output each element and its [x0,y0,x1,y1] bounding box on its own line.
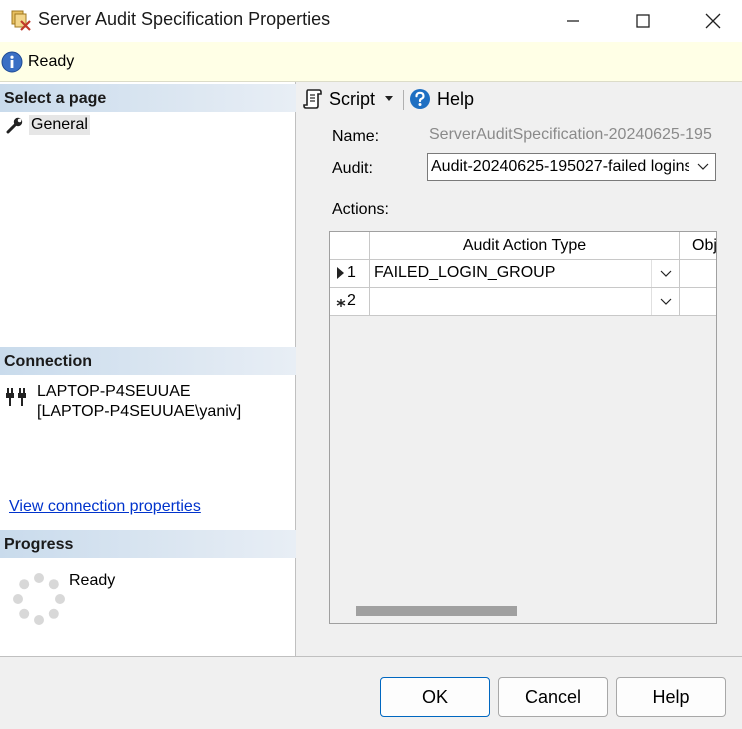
horizontal-scrollbar[interactable] [330,598,716,623]
maximize-button[interactable] [608,0,678,42]
current-row-arrow-icon [337,267,344,279]
connection-server: LAPTOP-P4SEUUAE [37,383,191,400]
right-pane: Script Help Name: ServerAuditSpecificati… [297,82,742,656]
audit-label: Audit: [332,160,373,177]
toolbar-separator [403,90,404,110]
page-item-general[interactable]: General [6,115,90,135]
close-button[interactable] [678,0,742,42]
column-header-audit-action-type[interactable]: Audit Action Type [370,232,680,260]
row-number: 2 [347,292,356,309]
row-number: 1 [347,264,356,281]
minimize-button[interactable] [538,0,608,42]
help-icon [410,89,430,109]
table-row[interactable]: 1 FAILED_LOGIN_GROUP [330,260,716,288]
chevron-down-icon [660,270,671,277]
progress-header: Progress [0,530,296,558]
table-row[interactable]: 2 [330,288,716,316]
new-row-asterisk-icon [336,299,346,307]
minimize-icon [567,20,579,22]
help-toolbar-label: Help [437,88,475,109]
left-pane: Select a page General Connection LAPTOP-… [0,82,296,656]
progress-status: Ready [69,572,116,589]
status-text: Ready [28,53,75,70]
connection-header: Connection [0,347,296,375]
audit-action-type-cell[interactable]: FAILED_LOGIN_GROUP [370,260,680,287]
script-label: Script [329,88,376,109]
title-bar: Server Audit Specification Properties [0,0,742,42]
maximize-icon [636,14,650,28]
status-bar: Ready [0,42,742,82]
select-page-header: Select a page [0,84,296,112]
chevron-down-icon [660,298,671,305]
chevron-down-icon [697,163,709,170]
help-toolbar-button[interactable]: Help [409,88,474,110]
name-label: Name: [332,128,380,145]
audit-dropdown-value: Audit-20240625-195027-failed logins [431,158,689,175]
connection-info: LAPTOP-P4SEUUAE [LAPTOP-P4SEUUAE\yaniv] [37,382,241,422]
row-header[interactable]: 2 [330,288,370,315]
script-scroll-icon [303,89,322,109]
help-button[interactable]: Help [616,677,726,717]
script-button[interactable]: Script [303,88,375,110]
connection-user: [LAPTOP-P4SEUUAE\yaniv] [37,403,242,420]
dialog-footer: OK Cancel Help [0,656,742,729]
caret-down-icon [385,96,393,101]
column-header-object[interactable]: Obj [680,232,716,260]
audit-dropdown[interactable]: Audit-20240625-195027-failed logins [427,153,716,181]
audit-action-type-value: FAILED_LOGIN_GROUP [374,264,556,281]
progress-spinner-icon [13,573,65,625]
window-title: Server Audit Specification Properties [38,9,331,29]
name-field: ServerAuditSpecification-20240625-195 [429,126,712,143]
info-icon [1,51,23,73]
wrench-icon [6,117,23,134]
plug-connection-icon [6,388,26,406]
toolbar: Script Help [297,82,742,116]
cell-dropdown-button[interactable] [651,288,679,315]
view-connection-properties-link[interactable]: View connection properties [9,498,201,516]
cell-dropdown-button[interactable] [651,260,679,287]
actions-label: Actions: [332,201,389,218]
audit-action-type-cell[interactable] [370,288,680,315]
grid-header: Audit Action Type Obj [330,232,716,260]
row-header[interactable]: 1 [330,260,370,287]
cancel-button[interactable]: Cancel [498,677,608,717]
ok-button[interactable]: OK [380,677,490,717]
close-icon [705,13,721,29]
grid-corner-cell [330,232,370,260]
actions-grid[interactable]: Audit Action Type Obj 1 FAILED_LOGIN_GRO… [329,231,717,624]
script-dropdown-button[interactable] [383,90,395,106]
scrollbar-thumb[interactable] [356,606,517,616]
audit-spec-icon [11,10,31,31]
page-item-label: General [29,115,90,135]
